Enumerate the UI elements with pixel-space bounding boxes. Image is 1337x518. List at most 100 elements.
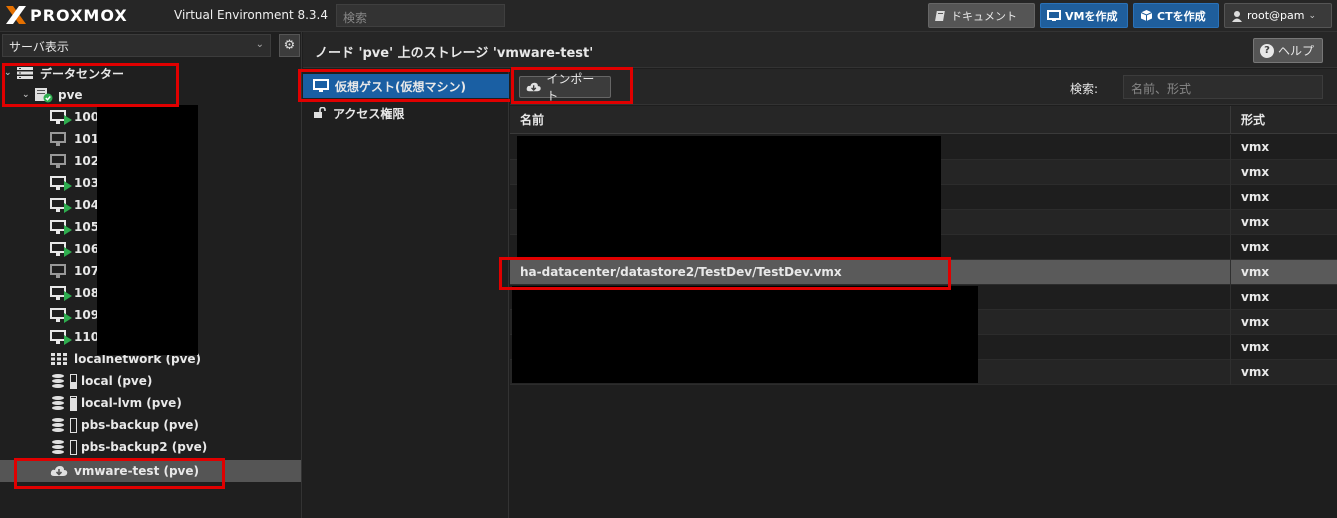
book-icon [935, 10, 945, 21]
content-toolbar: インポート 検索: 名前、形式 [510, 69, 1337, 105]
cell-format: vmx [1241, 190, 1270, 204]
column-divider [1230, 106, 1231, 134]
datacenter-icon [17, 67, 33, 79]
tree-item-storage-pbs-backup[interactable]: pbs-backup (pve) [0, 414, 301, 436]
tree-item-label: pbs-backup (pve) [81, 418, 199, 432]
global-search-input[interactable]: 検索 [336, 4, 505, 27]
tree-item-datacenter[interactable]: ⌄ データセンター [0, 62, 301, 84]
tree-item-label: pbs-backup2 (pve) [81, 440, 208, 454]
tree-item-label: 108 [74, 286, 100, 300]
question-icon: ? [1260, 43, 1274, 58]
cube-icon [1140, 10, 1153, 21]
column-divider [1230, 210, 1231, 235]
submenu-item-permissions[interactable]: アクセス権限 [303, 101, 509, 125]
resource-tree-panel: サーバ表示 ⌄ ⚙ ⌄ データセンター ⌄ pve 100 101 102 10… [0, 32, 302, 518]
cell-format: vmx [1241, 315, 1270, 329]
create-ct-button[interactable]: CTを作成 [1133, 3, 1219, 28]
cell-format: vmx [1241, 240, 1270, 254]
database-icon [52, 439, 66, 455]
grid-header: 名前 形式 [510, 106, 1337, 134]
table-row-selected[interactable]: ha-datacenter/datastore2/TestDev/TestDev… [510, 260, 1337, 285]
user-icon [1232, 10, 1242, 22]
gear-icon: ⚙ [283, 38, 296, 53]
tree-item-label: 110 [74, 330, 100, 344]
vm-stopped-icon [50, 264, 68, 278]
chevron-down-icon: ⌄ [255, 39, 264, 50]
user-menu-button[interactable]: root@pam ⌄ [1224, 3, 1332, 28]
tree-item-label: 107 [74, 264, 100, 278]
redaction-block [97, 105, 198, 355]
create-vm-label: VMを作成 [1065, 9, 1118, 23]
column-divider [1230, 160, 1231, 185]
tree-item-label: 100 [74, 110, 100, 124]
node-online-icon [35, 88, 53, 103]
tree-item-label: 102 [74, 154, 100, 168]
column-header-name[interactable]: 名前 [520, 111, 544, 128]
view-select[interactable]: サーバ表示 ⌄ [2, 34, 271, 57]
vm-running-icon [50, 286, 72, 301]
submenu-item-label: 仮想ゲスト(仮想マシン) [335, 79, 466, 94]
cloud-download-icon [526, 82, 541, 92]
tree-item-label: local (pve) [81, 374, 153, 388]
import-label: インポート [546, 72, 595, 103]
column-divider [1230, 235, 1231, 260]
proxmox-logo[interactable]: PROXMOX [4, 4, 128, 26]
column-divider [1230, 135, 1231, 160]
collapse-icon[interactable]: ⌄ [4, 68, 14, 78]
help-button[interactable]: ? ヘルプ [1253, 38, 1323, 63]
column-divider [1230, 310, 1231, 335]
documentation-button[interactable]: ドキュメント [928, 3, 1035, 28]
column-divider [1230, 335, 1231, 360]
tree-item-label: vmware-test (pve) [74, 464, 199, 478]
create-vm-button[interactable]: VMを作成 [1040, 3, 1128, 28]
tree-item-label: pve [58, 88, 83, 102]
submenu-item-virtual-guests[interactable]: 仮想ゲスト(仮想マシン) [303, 74, 509, 98]
cell-format: vmx [1241, 215, 1270, 229]
tree-item-storage-pbs-backup2[interactable]: pbs-backup2 (pve) [0, 436, 301, 458]
column-header-format[interactable]: 形式 [1241, 111, 1265, 128]
monitor-icon [1047, 9, 1061, 21]
storage-usage-icon [70, 395, 77, 411]
unlock-icon [314, 107, 326, 118]
view-select-value: サーバ表示 [9, 40, 69, 54]
storage-submenu: 仮想ゲスト(仮想マシン) アクセス権限 [303, 69, 509, 518]
column-divider [1230, 185, 1231, 210]
vm-stopped-icon [50, 154, 68, 168]
storage-usage-icon [70, 439, 77, 455]
tree-item-storage-vmware-test[interactable]: vmware-test (pve) [0, 460, 301, 482]
cell-format: vmx [1241, 340, 1270, 354]
tree-item-storage-local[interactable]: local (pve) [0, 370, 301, 392]
submenu-item-label: アクセス権限 [333, 106, 405, 121]
panel-header: ノード 'pve' 上のストレージ 'vmware-test' ? ヘルプ [303, 32, 1337, 68]
tree-item-label: 105 [74, 220, 100, 234]
proxmox-x-icon [6, 6, 26, 24]
tree-item-label: 103 [74, 176, 100, 190]
tree-item-label: 109 [74, 308, 100, 322]
network-grid-icon [51, 353, 67, 365]
user-label: root@pam [1247, 9, 1305, 22]
vm-stopped-icon [50, 132, 68, 146]
tree-item-storage-local-lvm[interactable]: local-lvm (pve) [0, 392, 301, 414]
cell-format: vmx [1241, 365, 1270, 379]
import-button[interactable]: インポート [519, 72, 611, 103]
content-area: インポート 検索: 名前、形式 名前 形式 vmx vmx vmx vmx vm… [499, 67, 1337, 518]
cell-format: vmx [1241, 265, 1270, 279]
vm-running-icon [50, 198, 72, 213]
cell-format: vmx [1241, 140, 1270, 154]
column-divider [1230, 260, 1231, 285]
tree-item-label: 104 [74, 198, 100, 212]
tree-item-label: 106 [74, 242, 100, 256]
monitor-icon [313, 79, 329, 92]
create-ct-label: CTを作成 [1157, 9, 1206, 23]
filter-search-input[interactable]: 名前、形式 [1123, 75, 1323, 99]
vm-running-icon [50, 330, 72, 345]
collapse-icon[interactable]: ⌄ [22, 90, 32, 100]
tree-item-node-pve[interactable]: ⌄ pve [0, 84, 301, 106]
vm-running-icon [50, 220, 72, 235]
help-label: ヘルプ [1278, 44, 1315, 58]
chevron-down-icon: ⌄ [1308, 10, 1317, 21]
tree-settings-button[interactable]: ⚙ [279, 34, 300, 57]
cell-format: vmx [1241, 165, 1270, 179]
database-icon [52, 417, 66, 433]
column-divider [1230, 285, 1231, 310]
